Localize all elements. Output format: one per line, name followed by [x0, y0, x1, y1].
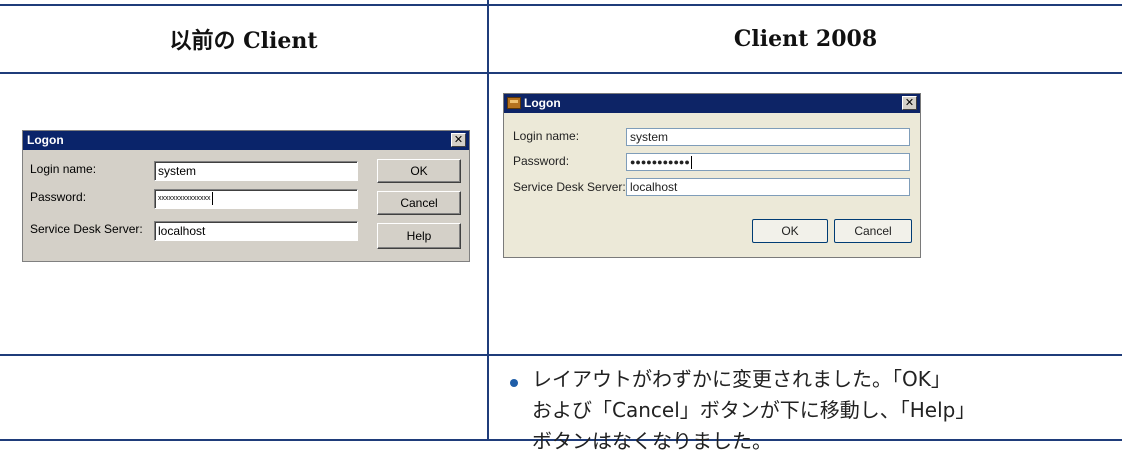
- new-password-mask: ●●●●●●●●●●●: [630, 157, 690, 167]
- new-password-label: Password:: [513, 154, 570, 168]
- new-password-input[interactable]: ●●●●●●●●●●●: [626, 153, 910, 171]
- table-row-rule: [0, 354, 1122, 356]
- old-text-caret: [211, 191, 213, 205]
- new-dialog-title: Logon: [524, 96, 561, 110]
- new-logon-dialog: Logon ✕ Login name: system Password: ●●●…: [503, 93, 921, 258]
- table-header-rule: [0, 72, 1122, 74]
- header-client-2008: Client 2008: [733, 26, 878, 52]
- note-line-2: および「Cancel」ボタンが下に移動し、「Help」: [532, 398, 976, 422]
- new-login-label: Login name:: [513, 129, 580, 143]
- old-cancel-button[interactable]: Cancel: [377, 191, 461, 215]
- old-password-mask: xxxxxxxxxxxxxxx: [158, 195, 211, 202]
- new-server-input[interactable]: localhost: [626, 178, 910, 196]
- old-dialog-titlebar: Logon: [23, 131, 469, 150]
- bullet-icon: [510, 379, 518, 387]
- new-dialog-titlebar: Logon: [504, 94, 920, 113]
- old-ok-button[interactable]: OK: [377, 159, 461, 183]
- note-line-1: レイアウトがわずかに変更されました。「OK」: [532, 367, 951, 391]
- header-previous-client: 以前の Client: [169, 28, 318, 54]
- old-password-label: Password:: [30, 190, 87, 204]
- note-line-3: ボタンはなくなりました。: [532, 429, 772, 453]
- new-text-caret: [690, 156, 692, 170]
- new-server-label: Service Desk Server:: [513, 180, 626, 194]
- app-icon: [507, 97, 521, 109]
- new-close-icon[interactable]: ✕: [902, 96, 917, 110]
- new-cancel-button[interactable]: Cancel: [834, 219, 912, 243]
- old-login-label: Login name:: [30, 162, 97, 176]
- old-logon-dialog: Logon ✕ Login name: system Password: xxx…: [22, 130, 470, 262]
- change-note-text: レイアウトがわずかに変更されました。「OK」 および「Cancel」ボタンが下に…: [532, 364, 1112, 457]
- old-password-input[interactable]: xxxxxxxxxxxxxxx: [154, 189, 358, 209]
- old-dialog-title: Logon: [27, 133, 64, 147]
- old-server-input[interactable]: localhost: [154, 221, 358, 241]
- old-server-label: Service Desk Server:: [30, 222, 143, 236]
- old-help-button[interactable]: Help: [377, 223, 461, 249]
- new-login-input[interactable]: system: [626, 128, 910, 146]
- old-login-input[interactable]: system: [154, 161, 358, 181]
- new-ok-button[interactable]: OK: [752, 219, 828, 243]
- old-close-icon[interactable]: ✕: [451, 133, 466, 147]
